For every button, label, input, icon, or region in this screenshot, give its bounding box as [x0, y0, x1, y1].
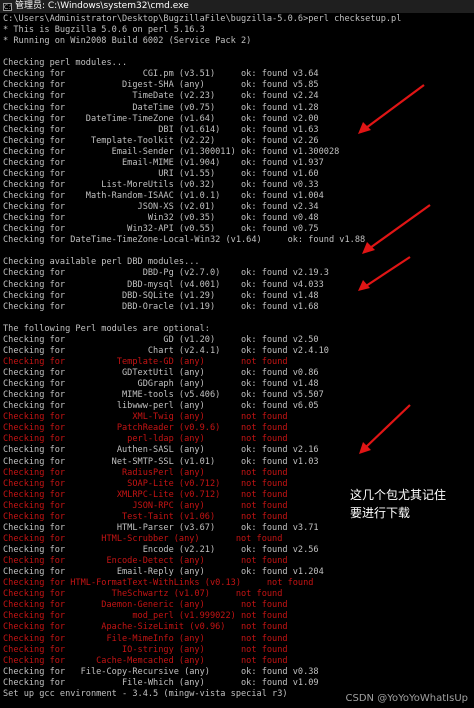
console-line: Checking for DBD-Oracle (v1.19) ok: foun… — [3, 301, 319, 312]
console-line: Checking for JSON-XS (v2.01) ok: found v… — [3, 202, 319, 213]
cmd-window: C:\ 管理员: C:\Windows\system32\cmd.exe C:\… — [0, 0, 474, 708]
console-line: Checking for libwww-perl (any) ok: found… — [3, 401, 319, 412]
console-line: Checking for Template-GD (any) not found — [3, 356, 288, 367]
console-line: Checking for DateTime-TimeZone (v1.64) o… — [3, 113, 319, 124]
console-line: Checking for TimeDate (v2.23) ok: found … — [3, 91, 319, 102]
cmd-icon: C:\ — [3, 2, 13, 11]
console-line: Checking for XML-Twig (any) not found — [3, 412, 288, 423]
console-line: Checking for PatchReader (v0.9.6) not fo… — [3, 423, 288, 434]
console-line: Checking for GDGraph (any) ok: found v1.… — [3, 379, 319, 390]
console-line: Checking for HTML-Parser (v3.67) ok: fou… — [3, 522, 319, 533]
console-output[interactable]: C:\Users\Administrator\Desktop\BugzillaF… — [0, 13, 474, 708]
console-line: Checking for File-MimeInfo (any) not fou… — [3, 633, 288, 644]
console-line: * This is Bugzilla 5.0.6 on perl 5.16.3 — [3, 25, 205, 36]
console-line: Checking for RadiusPerl (any) not found — [3, 467, 288, 478]
console-line: Checking available perl DBD modules... — [3, 257, 200, 268]
console-line: Checking for DBD-SQLite (v1.29) ok: foun… — [3, 290, 319, 301]
console-line: Checking for DBD-mysql (v4.001) ok: foun… — [3, 279, 324, 290]
console-line: Checking for File-Which (any) ok: found … — [3, 677, 319, 688]
window-title: 管理员: C:\Windows\system32\cmd.exe — [15, 1, 189, 11]
console-line: Checking for HTML-FormatText-WithLinks (… — [3, 578, 314, 589]
console-line: Checking for GDTextUtil (any) ok: found … — [3, 368, 319, 378]
console-line: Checking for DateTime-TimeZone-Local-Win… — [3, 235, 366, 246]
console-line: Checking for HTML-Scrubber (any) not fou… — [3, 533, 283, 544]
console-line: Checking for Apache-SizeLimit (v0.96) no… — [3, 622, 288, 633]
console-line: Checking for Daemon-Generic (any) not fo… — [3, 600, 288, 611]
console-line: Checking for Email-MIME (v1.904) ok: fou… — [3, 157, 324, 168]
console-line: Checking for URI (v1.55) ok: found v1.60 — [3, 168, 319, 179]
console-line: Checking for File-Copy-Recursive (any) o… — [3, 666, 319, 677]
console-line: * Running on Win2008 Build 6002 (Service… — [3, 36, 252, 47]
console-line: Checking for perl-ldap (any) not found — [3, 434, 288, 445]
console-line: Checking for DBD-Pg (v2.7.0) ok: found v… — [3, 268, 329, 279]
console-line: C:\Users\Administrator\Desktop\BugzillaF… — [3, 14, 402, 24]
annotation-text: 这几个包尤其记住 要进行下载 — [350, 486, 446, 522]
console-line: Checking for IO-stringy (any) not found — [3, 644, 288, 655]
annotation-line-1: 这几个包尤其记住 — [350, 488, 447, 502]
console-line: Checking for List-MoreUtils (v0.32) ok: … — [3, 179, 319, 190]
console-line: Checking for Encode (v2.21) ok: found v2… — [3, 545, 319, 555]
title-bar[interactable]: C:\ 管理员: C:\Windows\system32\cmd.exe — [0, 0, 474, 13]
console-line: The following Perl modules are optional: — [3, 323, 210, 334]
console-line: Checking for CGI.pm (v3.51) ok: found v3… — [3, 69, 319, 80]
console-line: Checking for Net-SMTP-SSL (v1.01) ok: fo… — [3, 456, 319, 467]
console-line: Checking for TheSchwartz (v1.07) not fou… — [3, 589, 283, 600]
console-line: Checking for Cache-Memcached (any) not f… — [3, 655, 288, 666]
console-line: Checking for Win32 (v0.35) ok: found v0.… — [3, 213, 319, 224]
console-line: Checking for Digest-SHA (any) ok: found … — [3, 80, 319, 91]
annotation-line-2: 要进行下载 — [350, 506, 411, 520]
console-line: Checking perl modules... — [3, 58, 128, 69]
csdn-watermark: CSDN @YoYoYoWhatIsUp — [345, 693, 469, 704]
console-line: Checking for Encode-Detect (any) not fou… — [3, 556, 288, 567]
console-line: Checking for GD (v1.20) ok: found v2.50 — [3, 334, 319, 345]
console-line: Checking for DateTime (v0.75) ok: found … — [3, 102, 319, 113]
console-line: Checking for Win32-API (v0.55) ok: found… — [3, 224, 319, 235]
console-line: Checking for Authen-SASL (any) ok: found… — [3, 445, 319, 456]
console-line: Checking for Email-Reply (any) ok: found… — [3, 567, 324, 578]
console-line: Checking for MIME-tools (v5.406) ok: fou… — [3, 390, 324, 401]
console-line: Checking for Email-Sender (v1.300011) ok… — [3, 146, 340, 157]
console-line: Checking for DBI (v1.614) ok: found v1.6… — [3, 124, 319, 135]
console-line: Checking for Math-Random-ISAAC (v1.0.1) … — [3, 191, 324, 201]
console-line: Checking for mod_perl (v1.999022) not fo… — [3, 611, 288, 622]
console-line: Checking for Template-Toolkit (v2.22) ok… — [3, 135, 319, 146]
console-line: Checking for Chart (v2.4.1) ok: found v2… — [3, 345, 329, 356]
